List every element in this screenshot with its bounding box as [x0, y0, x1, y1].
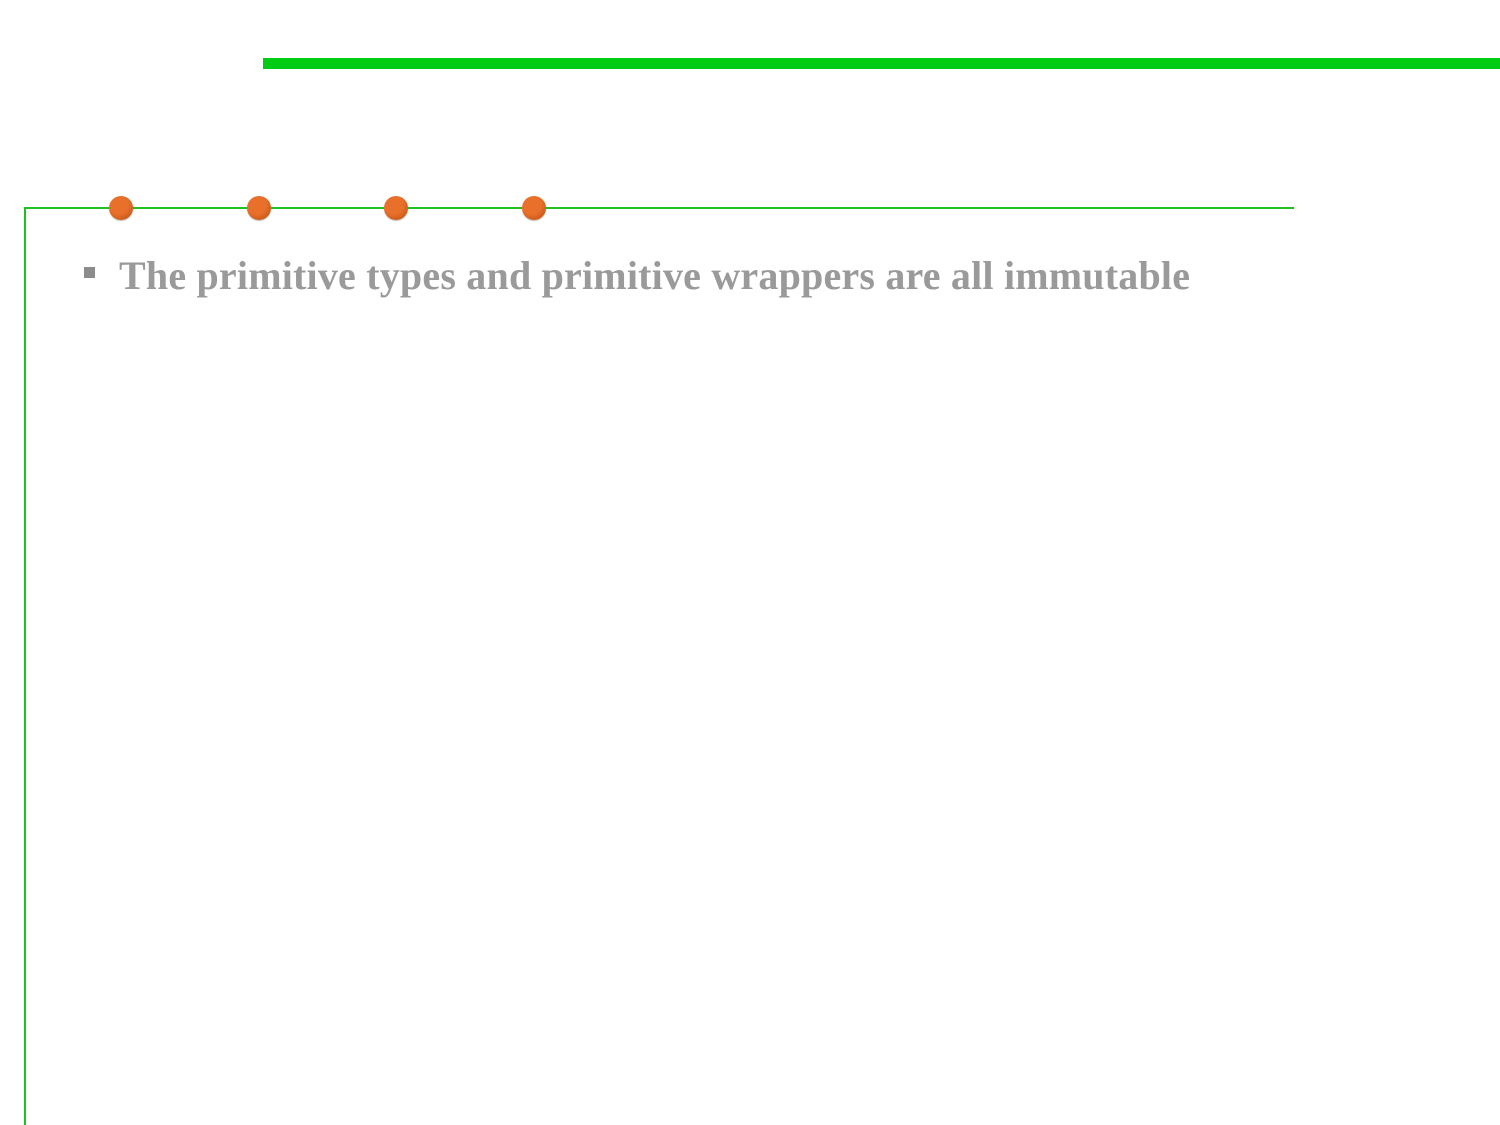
orange-dot-icon: [247, 196, 271, 220]
square-bullet-icon: [84, 267, 95, 278]
bullet-text: The primitive types and primitive wrappe…: [119, 253, 1191, 298]
left-rule: [24, 207, 26, 1125]
orange-dot-icon: [384, 196, 408, 220]
title-accent-bar: [263, 58, 1500, 69]
orange-dot-icon: [109, 196, 133, 220]
bullet-item: The primitive types and primitive wrappe…: [84, 252, 1190, 299]
header-rule: [24, 207, 1294, 209]
orange-dot-icon: [522, 196, 546, 220]
